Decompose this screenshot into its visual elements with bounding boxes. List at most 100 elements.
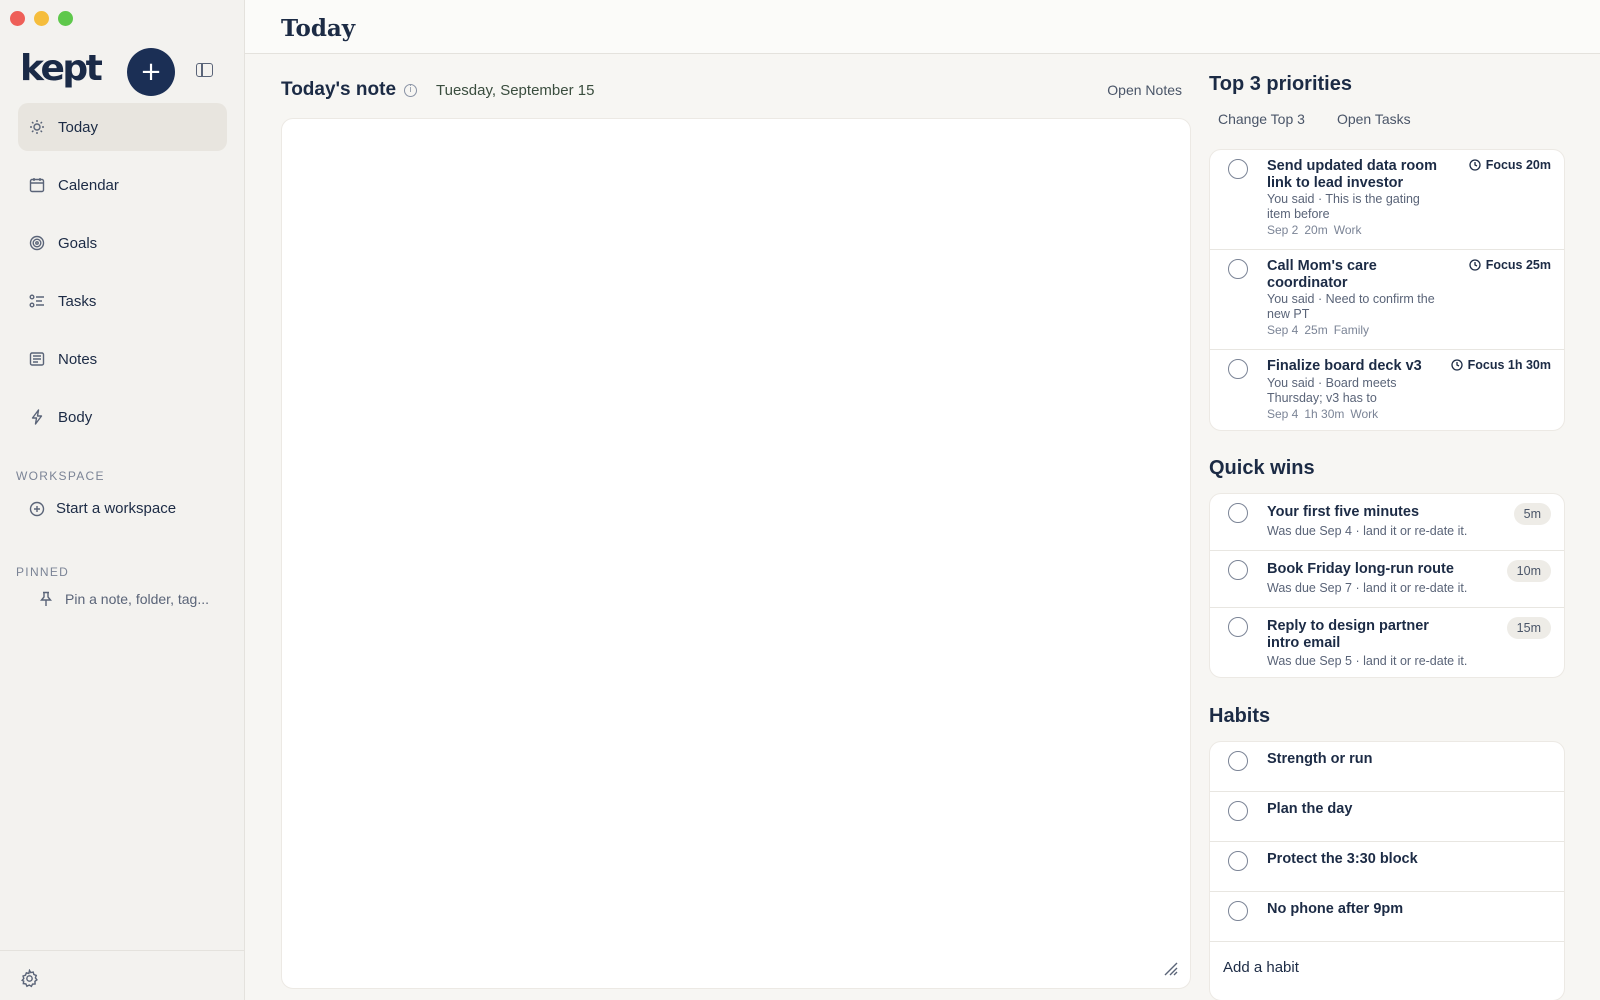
task-tag: Family	[1333, 323, 1370, 337]
priority-item[interactable]: Send updated data room link to lead inve…	[1210, 150, 1564, 250]
close-window-button[interactable]	[10, 11, 25, 26]
duration-badge: 15m	[1506, 617, 1551, 639]
sidebar-item-label: Notes	[58, 350, 98, 368]
quick-wins-card: Your first five minutes Was due Sep 4 · …	[1209, 493, 1565, 678]
focus-button[interactable]: Focus 1h 30m	[1450, 358, 1551, 372]
note-editor[interactable]	[281, 118, 1191, 989]
focus-label: Focus 1h 30m	[1467, 358, 1551, 372]
pinned-section-label: PINNED	[16, 565, 70, 579]
priorities-title: Top 3 priorities	[1209, 73, 1352, 95]
gear-icon[interactable]	[20, 969, 39, 988]
zoom-window-button[interactable]	[58, 11, 73, 26]
task-meta: Sep 2 20m Work	[1267, 223, 1361, 237]
sidebar-item-label: Today	[58, 118, 99, 136]
habit-item[interactable]: Plan the day	[1210, 792, 1564, 842]
minimize-window-button[interactable]	[34, 11, 49, 26]
target-icon	[29, 235, 45, 251]
clock-icon	[1450, 359, 1463, 371]
habit-checkbox[interactable]	[1228, 851, 1248, 871]
change-top3-button[interactable]: Change Top 3	[1218, 111, 1305, 127]
task-title-line1: Finalize board deck v3	[1267, 358, 1422, 374]
task-meta: Sep 4 1h 30m Work	[1267, 407, 1378, 421]
task-title-line1: Reply to design partner	[1267, 618, 1429, 634]
open-tasks-button[interactable]: Open Tasks	[1337, 111, 1411, 127]
note-header: Today's note i Tuesday, September 15 Ope…	[281, 77, 1182, 103]
task-note-line2: item before	[1267, 207, 1330, 221]
task-checkbox[interactable]	[1228, 617, 1248, 637]
task-meta: Sep 4 25m Family	[1267, 323, 1369, 337]
sidebar-item-today[interactable]: Today	[18, 103, 227, 151]
task-overdue-note: Was due Sep 7 · land it or re-date it.	[1267, 581, 1468, 595]
priorities-actions: Change Top 3 Open Tasks	[1218, 111, 1411, 127]
start-workspace-button[interactable]: Start a workspace	[29, 500, 176, 517]
sidebar-item-tasks[interactable]: Tasks	[18, 277, 227, 325]
habit-title: Plan the day	[1267, 801, 1353, 817]
task-checkbox[interactable]	[1228, 503, 1248, 523]
top-bar: Today	[245, 0, 1600, 54]
task-tag: Work	[1350, 407, 1379, 421]
task-overdue-note: Was due Sep 5 · land it or re-date it.	[1267, 654, 1468, 668]
habit-title: Protect the 3:30 block	[1267, 851, 1418, 867]
focus-button[interactable]: Focus 25m	[1469, 258, 1551, 272]
resize-handle-icon[interactable]	[1162, 960, 1178, 976]
pin-placeholder[interactable]: Pin a note, folder, tag...	[38, 591, 209, 607]
task-overdue-note: Was due Sep 4 · land it or re-date it.	[1267, 524, 1468, 538]
task-title-line2: coordinator	[1267, 275, 1348, 291]
window-controls	[10, 11, 73, 26]
task-checkbox[interactable]	[1228, 560, 1248, 580]
quick-wins-title: Quick wins	[1209, 457, 1315, 479]
sidebar-item-body[interactable]: Body	[18, 393, 227, 441]
focus-label: Focus 25m	[1485, 258, 1551, 272]
habit-item[interactable]: Protect the 3:30 block	[1210, 842, 1564, 892]
task-note-line2: Thursday; v3 has to	[1267, 391, 1377, 405]
task-date: Sep 4	[1267, 323, 1299, 337]
task-checkbox[interactable]	[1228, 259, 1248, 279]
focus-button[interactable]: Focus 20m	[1469, 158, 1551, 172]
add-habit-button[interactable]: Add a habit	[1223, 959, 1299, 976]
sidebar-toggle-icon[interactable]	[196, 63, 213, 77]
task-checkbox[interactable]	[1228, 359, 1248, 379]
quick-win-item[interactable]: Book Friday long-run route Was due Sep 7…	[1210, 551, 1564, 608]
task-note-line1: You said · Board meets	[1267, 376, 1397, 390]
open-notes-link[interactable]: Open Notes	[1107, 82, 1182, 98]
task-date: Sep 4	[1267, 407, 1299, 421]
sidebar-item-goals[interactable]: Goals	[18, 219, 227, 267]
task-note-line1: You said · This is the gating	[1267, 192, 1420, 206]
habit-title: Strength or run	[1267, 751, 1373, 767]
focus-label: Focus 20m	[1485, 158, 1551, 172]
sidebar-footer	[0, 950, 244, 1000]
habit-checkbox[interactable]	[1228, 801, 1248, 821]
start-workspace-label: Start a workspace	[56, 500, 177, 517]
habit-item[interactable]: Strength or run	[1210, 742, 1564, 792]
task-note-line2: new PT	[1267, 307, 1310, 321]
quick-win-item[interactable]: Your first five minutes Was due Sep 4 · …	[1210, 494, 1564, 551]
task-duration: 1h 30m	[1304, 407, 1345, 421]
sun-icon	[29, 119, 45, 135]
priorities-card: Send updated data room link to lead inve…	[1209, 149, 1565, 431]
task-checkbox[interactable]	[1228, 159, 1248, 179]
app-logo: kept	[20, 48, 103, 89]
notes-icon	[29, 351, 45, 367]
priority-item[interactable]: Finalize board deck v3 You said · Board …	[1210, 350, 1564, 430]
habit-checkbox[interactable]	[1228, 901, 1248, 921]
add-habit-row[interactable]: Add a habit	[1210, 942, 1564, 1000]
info-icon[interactable]: i	[404, 83, 418, 97]
calendar-icon	[29, 177, 45, 193]
habit-title: No phone after 9pm	[1267, 901, 1404, 917]
sidebar-item-calendar[interactable]: Calendar	[18, 161, 227, 209]
task-title-line1: Your first five minutes	[1267, 504, 1420, 520]
quick-win-item[interactable]: Reply to design partner intro email Was …	[1210, 608, 1564, 677]
add-button[interactable]: +	[127, 48, 175, 96]
task-duration: 20m	[1304, 223, 1328, 237]
note-date: Tuesday, September 15	[436, 81, 595, 99]
bolt-icon	[29, 409, 45, 425]
habit-item[interactable]: No phone after 9pm	[1210, 892, 1564, 942]
habit-checkbox[interactable]	[1228, 751, 1248, 771]
sidebar-item-label: Goals	[58, 234, 98, 252]
sidebar: kept + Today Calendar Goals Tasks Notes …	[0, 0, 245, 1000]
pin-placeholder-label: Pin a note, folder, tag...	[65, 591, 209, 607]
task-title-line1: Call Mom's care	[1267, 258, 1377, 274]
clock-icon	[1469, 159, 1481, 171]
sidebar-item-notes[interactable]: Notes	[18, 335, 227, 383]
priority-item[interactable]: Call Mom's care coordinator You said · N…	[1210, 250, 1564, 350]
